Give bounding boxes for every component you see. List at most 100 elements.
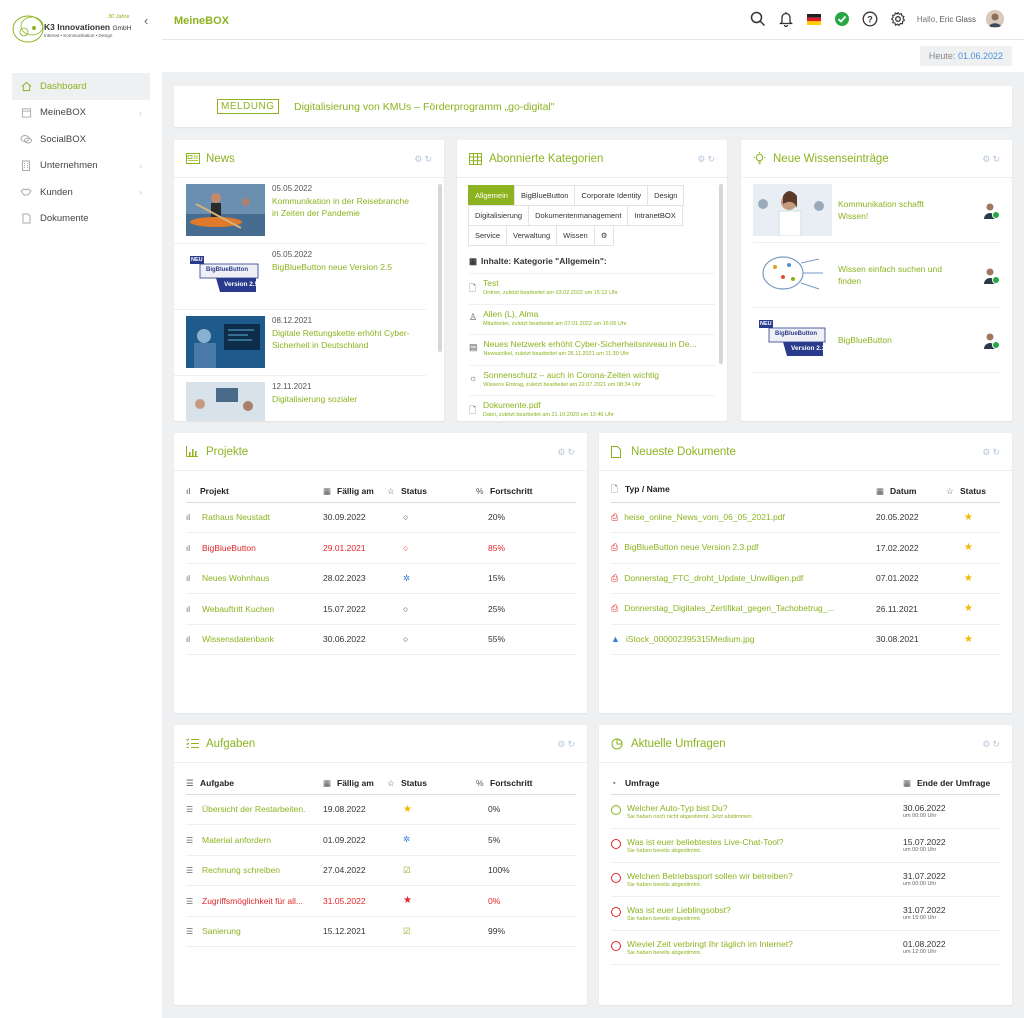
task-name[interactable]: ☰ Rechnung schreiben bbox=[186, 855, 323, 886]
bell-icon[interactable] bbox=[777, 10, 795, 28]
poll-title[interactable]: Welcher Auto-Typ bist Du? bbox=[627, 803, 753, 813]
table-row[interactable]: ⎙ BigBlueButton neue Version 2.3.pdf 17.0… bbox=[611, 532, 1000, 564]
refresh-icon[interactable]: ↻ bbox=[567, 739, 577, 749]
gear-icon[interactable] bbox=[889, 10, 907, 28]
project-name[interactable]: ıl Rathaus Neustadt bbox=[186, 502, 323, 533]
table-row[interactable]: Was ist euer beliebtestes Live-Chat-Tool… bbox=[611, 828, 1000, 863]
knowledge-entry[interactable]: Wissen einfach suchen und finden bbox=[753, 243, 1000, 308]
entry-title[interactable]: Neues Netzwerk erhöht Cyber-Sicherheitsn… bbox=[484, 339, 704, 349]
entry-title[interactable]: Sonnenschutz – auch in Corona-Zeiten wic… bbox=[483, 370, 703, 380]
sidebar-collapse-button[interactable]: ‹ bbox=[144, 13, 148, 28]
entry-title[interactable]: Test bbox=[483, 278, 703, 288]
category-tab-intranetbox[interactable]: IntranetBOX bbox=[627, 205, 683, 226]
news-scrollbar[interactable] bbox=[438, 184, 442, 352]
settings-icon[interactable]: ⚙ bbox=[414, 154, 424, 164]
comment-icon[interactable]: ○ bbox=[387, 532, 476, 564]
refresh-icon[interactable]: ↻ bbox=[992, 447, 1002, 457]
status-check-icon[interactable] bbox=[833, 10, 851, 28]
entry-title[interactable]: Dokumente.pdf bbox=[483, 400, 703, 410]
table-row[interactable]: ⎙ Donnerstag_Digitales_Zertifikat_gegen_T… bbox=[611, 593, 1000, 625]
category-settings-button[interactable]: ⚙ bbox=[593, 225, 615, 246]
sidebar-item-dokumente[interactable]: Dokumente bbox=[12, 206, 150, 233]
checkbox-checked-icon[interactable]: ☑ bbox=[387, 916, 476, 947]
star-icon[interactable]: ★ bbox=[946, 593, 1000, 625]
settings-icon[interactable]: ⚙ bbox=[982, 739, 992, 749]
table-row[interactable]: ıl Webauftritt Kuchen 15.07.2022 ○ 25% bbox=[186, 593, 576, 625]
column-header[interactable]: % Fortschritt bbox=[476, 481, 576, 503]
news-link[interactable]: BigBlueButton neue Version 2.5 bbox=[272, 261, 392, 273]
card-tools[interactable]: ⚙↻ bbox=[557, 739, 577, 750]
refresh-icon[interactable]: ↻ bbox=[424, 154, 434, 164]
settings-icon[interactable]: ⚙ bbox=[982, 447, 992, 457]
column-header[interactable]: ▦ Fällig am bbox=[323, 773, 387, 795]
task-name[interactable]: ☰ Sanierung bbox=[186, 916, 323, 947]
settings-icon[interactable]: ⚙ bbox=[557, 447, 567, 457]
table-row[interactable]: ⎙ Donnerstag_FTC_droht_Update_Unwilligen.… bbox=[611, 563, 1000, 594]
news-item[interactable]: NEU BigBlueButton Version 2.5 05.05.2022… bbox=[174, 244, 426, 310]
star-icon[interactable]: ★ bbox=[387, 794, 476, 825]
category-tab-bigbluebutton[interactable]: BigBlueButton bbox=[513, 185, 576, 206]
sidebar-item-unternehmen[interactable]: Unternehmen › bbox=[12, 153, 150, 180]
project-name[interactable]: ıl Webauftritt Kuchen bbox=[186, 593, 323, 625]
news-item[interactable]: 12.11.2021 Digitalisierung sozialer bbox=[174, 376, 426, 421]
document-name[interactable]: ⎙ Donnerstag_Digitales_Zertifikat_gegen_T… bbox=[611, 593, 876, 625]
category-entry[interactable]: ♙ Allen (L), Alma Mitarbeiter, zuletzt be… bbox=[469, 303, 715, 335]
card-tools[interactable]: ⚙↻ bbox=[414, 154, 434, 165]
knowledge-link[interactable]: Wissen einfach suchen und finden bbox=[838, 263, 948, 287]
poll-cell[interactable]: Was ist euer beliebtestes Live-Chat-Tool… bbox=[611, 828, 903, 863]
sidebar-item-meinebox[interactable]: MeineBOX › bbox=[12, 100, 150, 127]
settings-icon[interactable]: ⚙ bbox=[557, 739, 567, 749]
task-name[interactable]: ☰ Zugriffsmöglichkeit für all... bbox=[186, 885, 323, 917]
poll-cell[interactable]: Welcher Auto-Typ bist Du? Sie haben noch … bbox=[611, 794, 903, 829]
star-icon[interactable]: ★ bbox=[946, 502, 1000, 533]
news-item[interactable]: 08.12.2021 Digitale Rettungskette erhöht… bbox=[174, 310, 426, 376]
news-link[interactable]: Digitalisierung sozialer bbox=[272, 393, 357, 405]
refresh-icon[interactable]: ↻ bbox=[992, 154, 1002, 164]
category-entry[interactable]: ▤ Neues Netzwerk erhöht Cyber-Sicherheit… bbox=[469, 334, 715, 365]
poll-title[interactable]: Was ist euer Lieblingsobst? bbox=[627, 905, 731, 915]
settings-icon[interactable]: ⚙ bbox=[697, 154, 707, 164]
category-entry[interactable]: 🗋 Test Ordner, zuletzt bearbeitet am 03.0… bbox=[469, 273, 715, 304]
category-tab-wissen[interactable]: Wissen bbox=[556, 225, 595, 246]
project-name[interactable]: ıl Neues Wohnhaus bbox=[186, 563, 323, 594]
column-header[interactable]: ıl Projekt bbox=[186, 481, 323, 503]
table-row[interactable]: ☰ Übersicht der Restarbeiten. 19.08.2022 … bbox=[186, 794, 576, 825]
column-header[interactable]: 🗋 Typ / Name bbox=[611, 481, 876, 503]
knowledge-link[interactable]: BigBlueButton bbox=[838, 334, 948, 346]
news-item[interactable]: 05.05.2022 Kommunikation in der Reisebra… bbox=[174, 178, 426, 244]
sidebar-item-kunden[interactable]: Kunden › bbox=[12, 179, 150, 206]
table-row[interactable]: Welchen Betriebssport sollen wir betreib… bbox=[611, 862, 1000, 897]
column-header[interactable]: ☆ Status bbox=[946, 481, 1000, 503]
knowledge-entry[interactable]: NEU BigBlueButton Version 2.3 BigBlueBut… bbox=[753, 308, 1000, 373]
poll-title[interactable]: Wieviel Zeit verbringt Ihr täglich im In… bbox=[627, 939, 793, 949]
column-header[interactable]: ▦ Ende der Umfrage bbox=[903, 773, 1000, 795]
category-tab-verwaltung[interactable]: Verwaltung bbox=[506, 225, 558, 246]
refresh-icon[interactable]: ↻ bbox=[707, 154, 717, 164]
star-icon[interactable]: ★ bbox=[946, 624, 1000, 655]
entry-title[interactable]: Allen (L), Alma bbox=[483, 309, 703, 319]
news-link[interactable]: Kommunikation in der Reisebranche in Zei… bbox=[272, 195, 414, 219]
poll-cell[interactable]: Wieviel Zeit verbringt Ihr täglich im In… bbox=[611, 930, 903, 965]
task-name[interactable]: ☰ Übersicht der Restarbeiten. bbox=[186, 794, 323, 825]
knowledge-entry[interactable]: Kommunikation schafft Wissen! bbox=[753, 178, 1000, 243]
poll-title[interactable]: Was ist euer beliebtestes Live-Chat-Tool… bbox=[627, 837, 784, 847]
table-row[interactable]: ıl BigBlueButton 29.01.2021 ○ 85% bbox=[186, 532, 576, 564]
card-tools[interactable]: ⚙↻ bbox=[982, 739, 1002, 750]
column-header[interactable]: ☆ Status bbox=[387, 481, 476, 503]
category-tab-design[interactable]: Design bbox=[647, 185, 685, 206]
table-row[interactable]: ıl Rathaus Neustadt 30.09.2022 ○ 20% bbox=[186, 502, 576, 533]
column-header[interactable]: % Fortschritt bbox=[476, 773, 576, 795]
german-flag-icon[interactable] bbox=[805, 10, 823, 28]
announcement-text[interactable]: Digitalisierung von KMUs – Förderprogram… bbox=[294, 101, 555, 113]
poll-status[interactable]: Sie haben noch nicht abgestimmt. Jetzt a… bbox=[627, 814, 753, 820]
column-header[interactable]: ☆ Status bbox=[387, 773, 476, 795]
settings-icon[interactable]: ⚙ bbox=[982, 154, 992, 164]
document-name[interactable]: ▲ iStock_000002395315Medium.jpg bbox=[611, 624, 876, 655]
poll-title[interactable]: Welchen Betriebssport sollen wir betreib… bbox=[627, 871, 793, 881]
document-name[interactable]: ⎙ Donnerstag_FTC_droht_Update_Unwilligen.… bbox=[611, 563, 876, 594]
table-row[interactable]: ıl Wissensdatenbank 30.06.2022 ○ 55% bbox=[186, 624, 576, 655]
search-icon[interactable] bbox=[749, 10, 767, 28]
help-icon[interactable]: ? bbox=[861, 10, 879, 28]
card-tools[interactable]: ⚙↻ bbox=[697, 154, 717, 165]
column-header[interactable]: ▦ Fällig am bbox=[323, 481, 387, 503]
